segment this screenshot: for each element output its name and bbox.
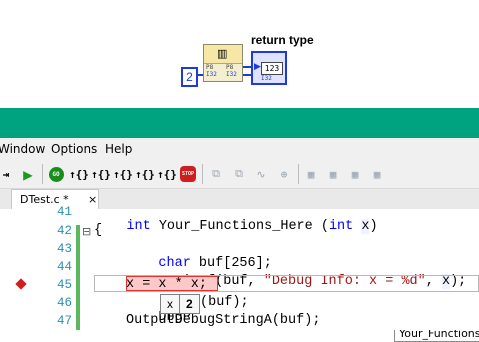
line-number: 44 [56, 260, 72, 274]
tool-disabled-1-icon[interactable]: ⧉ [207, 165, 225, 183]
fold-icon[interactable]: ⊟ [82, 225, 91, 238]
run-icon[interactable]: ▶ [19, 165, 37, 184]
window-title-strip [0, 108, 479, 138]
code-line-assign[interactable]: x = x * x; [126, 277, 207, 292]
line-number: 47 [56, 314, 72, 328]
tool-disabled-2-icon[interactable]: ⧉ [230, 165, 248, 183]
node-terminal-label: P8 [206, 64, 214, 71]
tool-disabled-3-icon[interactable]: ∿ [252, 165, 270, 183]
wire [243, 74, 251, 76]
tooltip-variable-value[interactable]: 2 [179, 295, 199, 313]
memory-icon[interactable]: ▦ [346, 165, 364, 183]
menu-options[interactable]: Options [51, 142, 97, 156]
code-line-dbgprint-tail: (buf); [200, 295, 249, 310]
toolbar: ⇥ ▶ GO ↑{} ↑{} ↑{} ↑{} ↑{} STOP ⧉ ⧉ ∿ ⊕ … [0, 160, 479, 342]
step-out-icon[interactable]: ↑{} [113, 165, 133, 183]
step-over-icon[interactable]: ↑{} [91, 165, 111, 183]
indicator-type: I32 [261, 75, 272, 82]
tool-disabled-4-icon[interactable]: ⊕ [275, 165, 293, 183]
stop-button[interactable]: STOP [179, 165, 197, 183]
indicator-arrow-icon: ▶ [254, 62, 261, 72]
labview-diagram: 2 ▥ P8 I32 P8 I32 return type ▶ 123 I32 [0, 0, 479, 108]
finish-function-icon[interactable]: ↑{} [135, 165, 155, 183]
menu-bar: Window Options Help [0, 138, 479, 160]
breakpoint-icon[interactable] [15, 278, 27, 290]
stop-icon: STOP [180, 166, 196, 182]
library-icon: ▥ [217, 47, 228, 60]
tooltip-variable-name: x [167, 297, 173, 311]
numeric-constant[interactable]: 2 [181, 67, 198, 87]
code-editor[interactable]: ⊟ 41 42 43 44 45 46 47 int Your_Function… [0, 205, 479, 330]
step-arrow-icon[interactable]: ⇥ [0, 165, 12, 183]
line-number: 46 [56, 296, 72, 310]
line-number: 43 [56, 242, 72, 256]
go-button[interactable]: GO [48, 165, 64, 183]
go-icon: GO [48, 166, 64, 182]
line-number: 41 [56, 205, 72, 219]
variable-tooltip: x 2 [160, 294, 200, 314]
call-library-node[interactable]: ▥ P8 I32 P8 I32 [203, 44, 243, 82]
step-into-icon[interactable]: ↑{} [69, 165, 89, 183]
line-number: 45 [56, 278, 72, 292]
node-terminal-label: I32 [226, 71, 237, 78]
indicator-display: 123 [261, 62, 283, 75]
watch-icon[interactable]: ▦ [302, 165, 320, 183]
code-line-output: OutputDebugStringA(buf); [126, 313, 321, 328]
return-icon[interactable]: ↑{} [157, 165, 177, 183]
return-type-label: return type [251, 33, 314, 47]
node-terminal-label: P8 [226, 64, 234, 71]
menu-window[interactable]: Window [0, 142, 45, 156]
variables-icon[interactable]: ▦ [324, 165, 342, 183]
node-header: ▥ [204, 45, 242, 64]
menu-help[interactable]: Help [105, 142, 132, 156]
wire [243, 66, 251, 68]
modified-marker [76, 225, 80, 330]
node-terminal-label: I32 [206, 71, 217, 78]
callstack-icon[interactable]: ▦ [368, 165, 386, 183]
line-number: 42 [56, 224, 72, 238]
return-indicator[interactable]: ▶ 123 I32 [251, 51, 287, 85]
code-line-brace: { [94, 223, 103, 238]
